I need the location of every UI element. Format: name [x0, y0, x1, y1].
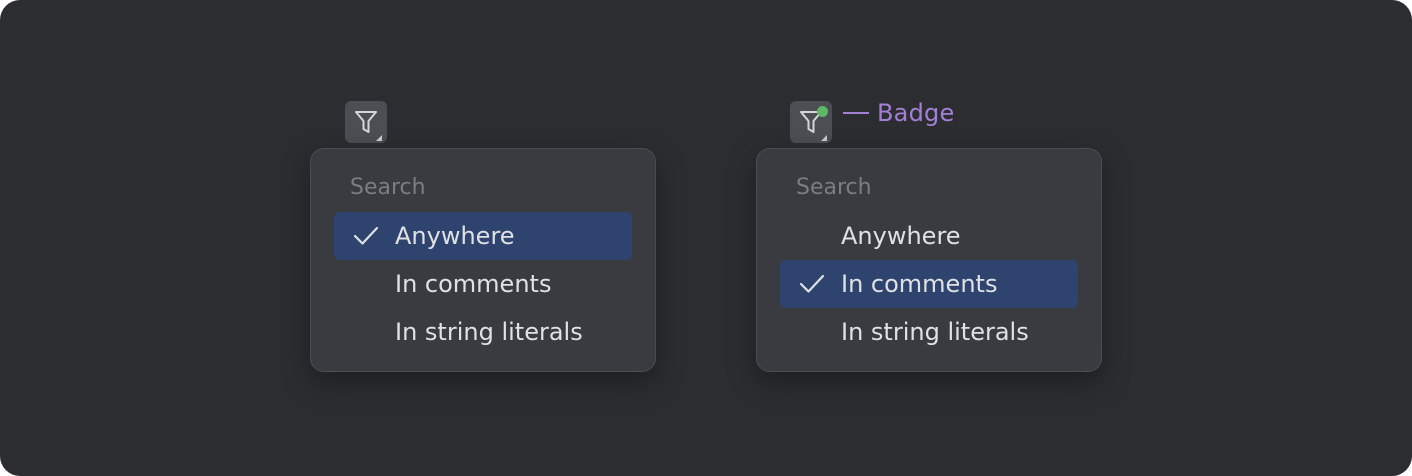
- menu-item-in-string-literals[interactable]: In string literals: [334, 308, 632, 356]
- filter-button-left[interactable]: [345, 101, 387, 143]
- menu-item-label: In comments: [841, 270, 998, 298]
- menu-item-in-comments[interactable]: In comments: [334, 260, 632, 308]
- annotation-label: Badge: [877, 99, 955, 127]
- menu-item-label: In comments: [395, 270, 552, 298]
- menu-item-anywhere[interactable]: Anywhere: [780, 212, 1078, 260]
- annotation-dash: [843, 112, 869, 114]
- menu-item-label: In string literals: [395, 318, 583, 346]
- menu-item-in-comments[interactable]: In comments: [780, 260, 1078, 308]
- menu-item-label: In string literals: [841, 318, 1029, 346]
- popup-header: Search: [796, 175, 872, 200]
- menu-item-anywhere[interactable]: Anywhere: [334, 212, 632, 260]
- menu-item-label: Anywhere: [841, 222, 961, 250]
- filter-icon: [355, 111, 382, 141]
- search-popup-left: Search Anywhere In comments In string li…: [310, 148, 656, 372]
- search-popup-right: Search Anywhere In comments In string li…: [756, 148, 1102, 372]
- badge-dot: [817, 106, 828, 117]
- menu-item-in-string-literals[interactable]: In string literals: [780, 308, 1078, 356]
- menu-item-label: Anywhere: [395, 222, 515, 250]
- checkmark-icon: [799, 274, 825, 293]
- checkmark-icon: [353, 226, 379, 245]
- filter-button-right[interactable]: [790, 101, 832, 143]
- badge-annotation: Badge: [843, 97, 954, 129]
- popup-header: Search: [350, 175, 426, 200]
- canvas: Badge Search Anywhere In comments In str…: [0, 0, 1412, 476]
